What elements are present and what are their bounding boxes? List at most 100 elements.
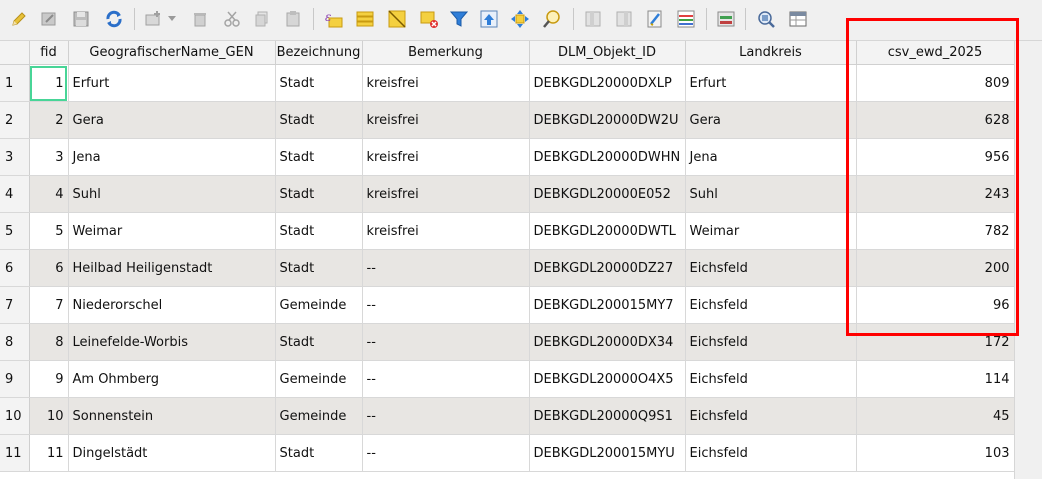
cell-fid[interactable]: 4 [29, 175, 69, 213]
cell-dlm-objekt-id[interactable]: DEBKGDL20000DW2U [529, 101, 686, 139]
row-header[interactable]: 2 [0, 101, 30, 139]
cell-landkreis[interactable]: Eichsfeld [685, 286, 857, 324]
cell-csv-ewd-2025[interactable]: 628 [856, 101, 1014, 139]
cell-geografischer-name[interactable]: Suhl [68, 175, 276, 213]
cell-landkreis[interactable]: Eichsfeld [685, 249, 857, 287]
cell-geografischer-name[interactable]: Niederorschel [68, 286, 276, 324]
cell-fid[interactable]: 10 [29, 397, 69, 435]
cell-csv-ewd-2025[interactable]: 782 [856, 212, 1014, 250]
cell-landkreis[interactable]: Jena [685, 138, 857, 176]
cell-geografischer-name[interactable]: Dingelstädt [68, 434, 276, 472]
cell-geografischer-name[interactable]: Gera [68, 101, 276, 139]
cell-bemerkung[interactable]: -- [362, 323, 530, 361]
reload-table-icon[interactable] [103, 8, 125, 30]
cell-bezeichnung[interactable]: Gemeinde [275, 286, 363, 324]
cell-landkreis[interactable]: Gera [685, 101, 857, 139]
row-header[interactable]: 9 [0, 360, 30, 398]
row-header[interactable]: 1 [0, 64, 30, 102]
cell-bezeichnung[interactable]: Stadt [275, 101, 363, 139]
cell-fid[interactable]: 9 [29, 360, 69, 398]
row-header[interactable]: 6 [0, 249, 30, 287]
cell-dlm-objekt-id[interactable]: DEBKGDL20000E052 [529, 175, 686, 213]
delete-feature-icon[interactable] [189, 8, 211, 30]
dock-table-icon[interactable] [755, 8, 777, 30]
cell-geografischer-name[interactable]: Leinefelde-Worbis [68, 323, 276, 361]
conditional-formatting-icon[interactable] [675, 8, 697, 30]
cell-geografischer-name[interactable]: Erfurt [68, 64, 276, 102]
row-header[interactable]: 8 [0, 323, 30, 361]
cell-fid[interactable]: 1 [29, 64, 69, 102]
cell-fid[interactable]: 8 [29, 323, 69, 361]
cell-dlm-objekt-id[interactable]: DEBKGDL20000DWTL [529, 212, 686, 250]
table-row[interactable]: 6 6 Heilbad Heiligenstadt Stadt -- DEBKGDL200… [0, 249, 1014, 287]
cell-bemerkung[interactable]: kreisfrei [362, 175, 530, 213]
cell-landkreis[interactable]: Weimar [685, 212, 857, 250]
expression-select-icon[interactable]: ε [322, 8, 344, 30]
cell-csv-ewd-2025[interactable]: 96 [856, 286, 1014, 324]
cell-fid[interactable]: 11 [29, 434, 69, 472]
actions-icon[interactable] [715, 8, 737, 30]
row-header[interactable]: 5 [0, 212, 30, 250]
column-header-dlm-objekt-id[interactable]: DLM_Objekt_ID [529, 41, 686, 65]
deselect-all-icon[interactable] [418, 8, 440, 30]
add-feature-icon[interactable] [142, 8, 164, 30]
cell-fid[interactable]: 2 [29, 101, 69, 139]
select-all-icon[interactable] [354, 8, 376, 30]
cell-geografischer-name[interactable]: Sonnenstein [68, 397, 276, 435]
cell-csv-ewd-2025[interactable]: 172 [856, 323, 1014, 361]
cell-geografischer-name[interactable]: Am Ohmberg [68, 360, 276, 398]
cell-bezeichnung[interactable]: Gemeinde [275, 397, 363, 435]
cell-landkreis[interactable]: Eichsfeld [685, 434, 857, 472]
new-field-icon[interactable] [582, 8, 604, 30]
cell-fid[interactable]: 6 [29, 249, 69, 287]
cut-icon[interactable] [221, 8, 243, 30]
cell-bezeichnung[interactable]: Stadt [275, 138, 363, 176]
cell-bezeichnung[interactable]: Stadt [275, 434, 363, 472]
move-selection-to-top-icon[interactable] [478, 8, 500, 30]
cell-landkreis[interactable]: Eichsfeld [685, 323, 857, 361]
cell-fid[interactable]: 5 [29, 212, 69, 250]
toggle-editing-icon[interactable] [8, 8, 30, 30]
table-row[interactable]: 7 7 Niederorschel Gemeinde -- DEBKGDL200015MY… [0, 286, 1014, 324]
row-header[interactable]: 4 [0, 175, 30, 213]
cell-dlm-objekt-id[interactable]: DEBKGDL20000DX34 [529, 323, 686, 361]
invert-selection-icon[interactable] [386, 8, 408, 30]
cell-dlm-objekt-id[interactable]: DEBKGDL20000Q9S1 [529, 397, 686, 435]
cell-bemerkung[interactable]: -- [362, 397, 530, 435]
row-header[interactable]: 3 [0, 138, 30, 176]
cell-landkreis[interactable]: Eichsfeld [685, 397, 857, 435]
column-header-fid[interactable]: fid [29, 41, 69, 65]
paste-icon[interactable] [282, 8, 304, 30]
cell-dlm-objekt-id[interactable]: DEBKGDL20000DWHN [529, 138, 686, 176]
cell-bemerkung[interactable]: -- [362, 286, 530, 324]
cell-geografischer-name[interactable]: Weimar [68, 212, 276, 250]
cell-geografischer-name[interactable]: Heilbad Heiligenstadt [68, 249, 276, 287]
corner-header[interactable] [0, 41, 30, 65]
cell-dlm-objekt-id[interactable]: DEBKGDL20000O4X5 [529, 360, 686, 398]
row-header[interactable]: 7 [0, 286, 30, 324]
table-row[interactable]: 10 10 Sonnenstein Gemeinde -- DEBKGDL20000Q9S… [0, 397, 1014, 435]
table-row[interactable]: 4 4 Suhl Stadt kreisfrei DEBKGDL20000E052 Suhl… [0, 175, 1014, 213]
cell-dlm-objekt-id[interactable]: DEBKGDL20000DZ27 [529, 249, 686, 287]
cell-csv-ewd-2025[interactable]: 956 [856, 138, 1014, 176]
cell-bezeichnung[interactable]: Stadt [275, 323, 363, 361]
table-row[interactable]: 5 5 Weimar Stadt kreisfrei DEBKGDL20000DWTL We… [0, 212, 1014, 250]
cell-bezeichnung[interactable]: Stadt [275, 249, 363, 287]
cell-bemerkung[interactable]: -- [362, 360, 530, 398]
column-header-geografischer-name[interactable]: GeografischerName_GEN [68, 41, 276, 65]
column-header-bemerkung[interactable]: Bemerkung [362, 41, 530, 65]
column-header-bezeichnung[interactable]: Bezeichnung [275, 41, 363, 65]
cell-landkreis[interactable]: Eichsfeld [685, 360, 857, 398]
cell-csv-ewd-2025[interactable]: 114 [856, 360, 1014, 398]
cell-bezeichnung[interactable]: Stadt [275, 212, 363, 250]
multi-edit-icon[interactable] [38, 8, 60, 30]
column-header-csv-ewd-2025[interactable]: csv_ewd_2025 [856, 41, 1014, 65]
vertical-scrollbar[interactable] [1014, 41, 1042, 479]
table-row[interactable]: 8 8 Leinefelde-Worbis Stadt -- DEBKGDL20000DX… [0, 323, 1014, 361]
pan-to-selected-icon[interactable] [509, 8, 531, 30]
cell-fid[interactable]: 3 [29, 138, 69, 176]
cell-dlm-objekt-id[interactable]: DEBKGDL200015MYU [529, 434, 686, 472]
cell-bemerkung[interactable]: kreisfrei [362, 212, 530, 250]
field-calculator-icon[interactable] [644, 8, 666, 30]
cell-bezeichnung[interactable]: Stadt [275, 175, 363, 213]
